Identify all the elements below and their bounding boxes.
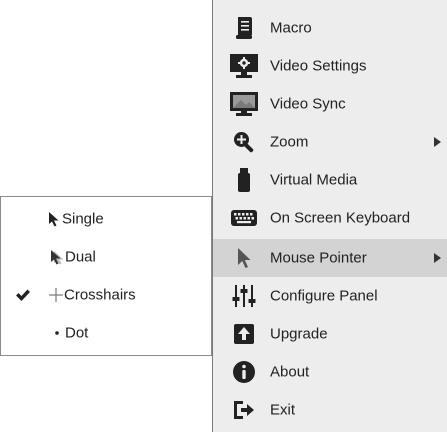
- mouse-pointer-submenu: Single Dual Crosshairs Dot: [0, 196, 212, 356]
- submenu-arrow-icon: [434, 137, 441, 147]
- kvm-viewer-menu-stage: Macro Video Settings Video Sync Zoom Vir…: [0, 0, 447, 432]
- menu-item-label: Upgrade: [270, 325, 328, 343]
- arrow-pointer-icon: [48, 211, 60, 227]
- menu-item-video-sync[interactable]: Video Sync: [213, 85, 447, 123]
- submenu-item-dual[interactable]: Dual: [1, 238, 211, 276]
- submenu-item-label: Dual: [65, 248, 96, 266]
- menu-item-label: On Screen Keyboard: [270, 209, 411, 227]
- submenu-item-crosshairs[interactable]: Crosshairs: [1, 276, 211, 314]
- submenu-item-label: Single: [62, 210, 104, 228]
- menu-item-virtual-media[interactable]: Virtual Media: [213, 161, 447, 199]
- menu-item-exit[interactable]: Exit: [213, 391, 447, 429]
- dual-pointer-icon: [50, 249, 65, 265]
- keyboard-icon: [229, 204, 259, 232]
- menu-item-label: Video Settings: [270, 57, 367, 75]
- main-menu: Macro Video Settings Video Sync Zoom Vir…: [212, 0, 447, 432]
- menu-item-label: Exit: [270, 401, 296, 419]
- menu-item-macro[interactable]: Macro: [213, 9, 447, 47]
- submenu-item-dot[interactable]: Dot: [1, 314, 211, 352]
- submenu-item-label: Crosshairs: [64, 286, 136, 304]
- menu-item-mouse-pointer[interactable]: Mouse Pointer: [213, 239, 447, 277]
- checkmark-icon: [15, 287, 31, 303]
- submenu-arrow-icon: [434, 253, 441, 263]
- menu-item-about[interactable]: About: [213, 353, 447, 391]
- menu-item-label: Virtual Media: [270, 171, 358, 189]
- menu-item-label: Video Sync: [270, 95, 346, 113]
- dot-pointer-icon: [55, 331, 59, 335]
- usb-drive-icon: [229, 166, 259, 194]
- crosshairs-icon: [49, 288, 63, 302]
- menu-item-on-screen-keyboard[interactable]: On Screen Keyboard: [213, 199, 447, 237]
- submenu-item-single[interactable]: Single: [1, 200, 211, 238]
- mouse-pointer-icon: [229, 244, 259, 272]
- menu-item-label: Zoom: [270, 133, 309, 151]
- menu-item-label: Configure Panel: [270, 287, 378, 305]
- menu-item-zoom[interactable]: Zoom: [213, 123, 447, 161]
- menu-item-video-settings[interactable]: Video Settings: [213, 47, 447, 85]
- menu-item-label: Macro: [270, 19, 312, 37]
- exit-icon: [229, 396, 259, 424]
- info-icon: [229, 358, 259, 386]
- sliders-icon: [229, 282, 259, 310]
- menu-item-upgrade[interactable]: Upgrade: [213, 315, 447, 353]
- upgrade-icon: [229, 320, 259, 348]
- zoom-icon: [229, 128, 259, 156]
- macro-icon: [229, 14, 259, 42]
- menu-item-label: About: [270, 363, 310, 381]
- menu-item-configure-panel[interactable]: Configure Panel: [213, 277, 447, 315]
- submenu-item-label: Dot: [65, 324, 89, 342]
- menu-item-label: Mouse Pointer: [270, 249, 367, 267]
- video-sync-icon: [229, 90, 259, 118]
- video-settings-icon: [229, 52, 259, 80]
